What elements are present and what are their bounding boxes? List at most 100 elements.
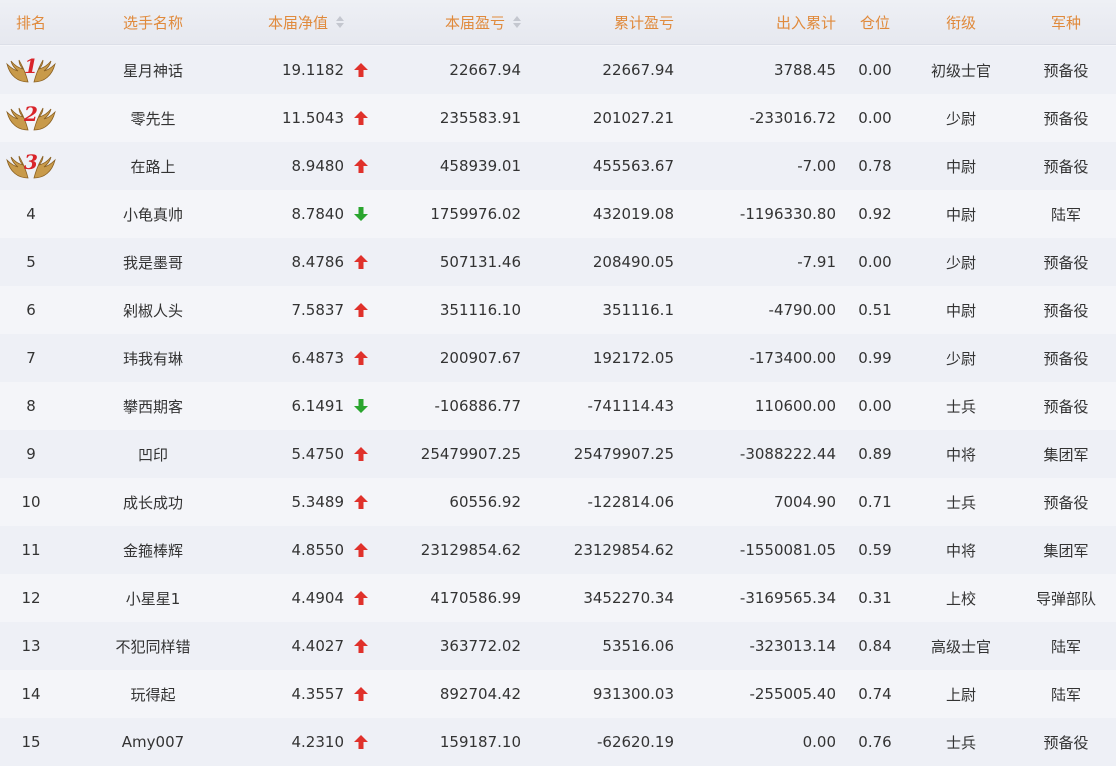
- cell-player-name[interactable]: 攀西期客: [92, 382, 214, 430]
- cell-nav: 4.4904: [291, 589, 345, 607]
- table-row[interactable]: 5 我是墨哥 8.4786 507131.46 208490.05 -7.91 0.00 少尉…: [0, 238, 1116, 286]
- cell-rank: 7: [0, 334, 62, 382]
- cell-nav: 11.5043: [281, 109, 344, 127]
- cell-arm: 陆军: [1050, 637, 1081, 656]
- cell-current-pnl: -106886.77: [434, 397, 521, 415]
- table-row[interactable]: 9 凹印 5.4750 25479907.25 25479907.25 -3088222.…: [0, 430, 1116, 478]
- cell-player-name[interactable]: 玮我有琳: [92, 334, 214, 382]
- cell-title-rank: 中将: [945, 541, 976, 560]
- sort-icon[interactable]: [336, 16, 344, 28]
- rank-number: 6: [26, 301, 36, 319]
- rank-number: 10: [21, 493, 41, 511]
- cell-player-name[interactable]: 零先生: [92, 94, 214, 142]
- cell-player-name[interactable]: 玩得起: [92, 670, 214, 718]
- cell-player-name[interactable]: 剁椒人头: [92, 286, 214, 334]
- header-title-rank: 衔级: [945, 13, 976, 32]
- cell-position: 0.99: [858, 349, 892, 367]
- cell-cumulative-pnl: 25479907.25: [573, 445, 674, 463]
- cell-rank: 6: [0, 286, 62, 334]
- cell-player-name[interactable]: 不犯同样错: [92, 622, 214, 670]
- table-row[interactable]: 4 小龟真帅 8.7840 1759976.02 432019.08 -1196330.8…: [0, 190, 1116, 238]
- cell-current-pnl: 458939.01: [439, 157, 521, 175]
- header-nav-sortable[interactable]: 本届净值: [243, 0, 344, 44]
- cell-rank: 8: [0, 382, 62, 430]
- cell-arm: 集团军: [1043, 541, 1089, 560]
- cell-cash-flow: -3169565.34: [739, 589, 836, 607]
- header-cash-flow: 出入累计: [775, 13, 836, 32]
- cell-rank: 10: [0, 478, 62, 526]
- cell-current-pnl: 25479907.25: [420, 445, 521, 463]
- cell-current-pnl: 351116.10: [439, 301, 521, 319]
- cell-cumulative-pnl: 192172.05: [592, 349, 674, 367]
- cell-nav: 6.4873: [291, 349, 345, 367]
- table-row[interactable]: 2 零先生 11.5043 235583.91 201027.21 -233016.72 0…: [0, 94, 1116, 142]
- cell-rank: 5: [0, 238, 62, 286]
- cell-cash-flow: -4790.00: [768, 301, 836, 319]
- arrow-up-icon: [350, 670, 372, 718]
- cell-cumulative-pnl: 201027.21: [592, 109, 674, 127]
- cell-rank: 9: [0, 430, 62, 478]
- arrow-up-icon: [350, 622, 372, 670]
- cell-cumulative-pnl: 23129854.62: [573, 541, 674, 559]
- arrow-up-icon: [350, 46, 372, 94]
- table-row[interactable]: 13 不犯同样错 4.4027 363772.02 53516.06 -323013.14…: [0, 622, 1116, 670]
- table-row[interactable]: 11 金箍棒辉 4.8550 23129854.62 23129854.62 -15500…: [0, 526, 1116, 574]
- cell-position: 0.74: [858, 685, 892, 703]
- arrow-up-icon: [350, 430, 372, 478]
- cell-title-rank: 中尉: [945, 205, 976, 224]
- cell-nav: 19.1182: [281, 61, 344, 79]
- cell-position: 0.78: [858, 157, 892, 175]
- cell-cash-flow: 3788.45: [773, 61, 836, 79]
- cell-arm: 预备役: [1043, 301, 1089, 320]
- cell-cumulative-pnl: 432019.08: [592, 205, 674, 223]
- cell-current-pnl: 235583.91: [439, 109, 521, 127]
- cell-title-rank: 少尉: [945, 109, 976, 128]
- rank-number: 9: [26, 445, 36, 463]
- cell-arm: 预备役: [1043, 733, 1089, 752]
- cell-position: 0.84: [858, 637, 892, 655]
- cell-position: 0.31: [858, 589, 892, 607]
- table-row[interactable]: 8 攀西期客 6.1491 -106886.77 -741114.43 110600.00…: [0, 382, 1116, 430]
- cell-nav: 4.2310: [291, 733, 345, 751]
- medal-wings-icon: 3: [4, 148, 58, 184]
- cell-player-name[interactable]: 金箍棒辉: [92, 526, 214, 574]
- cell-player-name[interactable]: 凹印: [92, 430, 214, 478]
- cell-cumulative-pnl: -122814.06: [587, 493, 674, 511]
- cell-cumulative-pnl: -741114.43: [587, 397, 674, 415]
- cell-player-name[interactable]: 星月神话: [92, 46, 214, 94]
- table-row[interactable]: 1 星月神话 19.1182 22667.94 22667.94 3788.45 0.00 初…: [0, 46, 1116, 94]
- cell-current-pnl: 507131.46: [439, 253, 521, 271]
- table-row[interactable]: 14 玩得起 4.3557 892704.42 931300.03 -255005.40 0…: [0, 670, 1116, 718]
- cell-arm: 陆军: [1050, 685, 1081, 704]
- table-row[interactable]: 6 剁椒人头 7.5837 351116.10 351116.1 -4790.00 0.51…: [0, 286, 1116, 334]
- sort-icon[interactable]: [513, 16, 521, 28]
- table-row[interactable]: 3 在路上 8.9480 458939.01 455563.67 -7.00 0.78 中尉 预…: [0, 142, 1116, 190]
- cell-player-name[interactable]: 我是墨哥: [92, 238, 214, 286]
- table-row[interactable]: 7 玮我有琳 6.4873 200907.67 192172.05 -173400.00 0…: [0, 334, 1116, 382]
- table-row[interactable]: 15 Amy007 4.2310 159187.10 -62620.19 0.00 0.76…: [0, 718, 1116, 766]
- cell-arm: 预备役: [1043, 109, 1089, 128]
- cell-cumulative-pnl: 22667.94: [602, 61, 674, 79]
- cell-player-name[interactable]: 小龟真帅: [92, 190, 214, 238]
- medal-wings-icon: 2: [4, 100, 58, 136]
- cell-current-pnl: 159187.10: [439, 733, 521, 751]
- cell-nav: 4.8550: [291, 541, 345, 559]
- cell-player-name[interactable]: 在路上: [92, 142, 214, 190]
- cell-player-name[interactable]: 小星星1: [92, 574, 214, 622]
- arrow-up-icon: [350, 718, 372, 766]
- cell-player-name[interactable]: 成长成功: [92, 478, 214, 526]
- cell-cash-flow: -233016.72: [749, 109, 836, 127]
- cell-nav: 8.4786: [291, 253, 345, 271]
- header-current-pnl-label: 本届盈亏: [444, 13, 505, 32]
- cell-player-name[interactable]: Amy007: [92, 718, 214, 766]
- cell-arm: 预备役: [1043, 397, 1089, 416]
- cell-title-rank: 中将: [945, 445, 976, 464]
- header-current-pnl-sortable[interactable]: 本届盈亏: [378, 0, 521, 44]
- table-row[interactable]: 12 小星星1 4.4904 4170586.99 3452270.34 -3169565…: [0, 574, 1116, 622]
- cell-cash-flow: -323013.14: [749, 637, 836, 655]
- cell-arm: 预备役: [1043, 349, 1089, 368]
- cell-arm: 陆军: [1050, 205, 1081, 224]
- cell-arm: 预备役: [1043, 253, 1089, 272]
- cell-nav: 8.9480: [291, 157, 345, 175]
- table-row[interactable]: 10 成长成功 5.3489 60556.92 -122814.06 7004.90 0.7…: [0, 478, 1116, 526]
